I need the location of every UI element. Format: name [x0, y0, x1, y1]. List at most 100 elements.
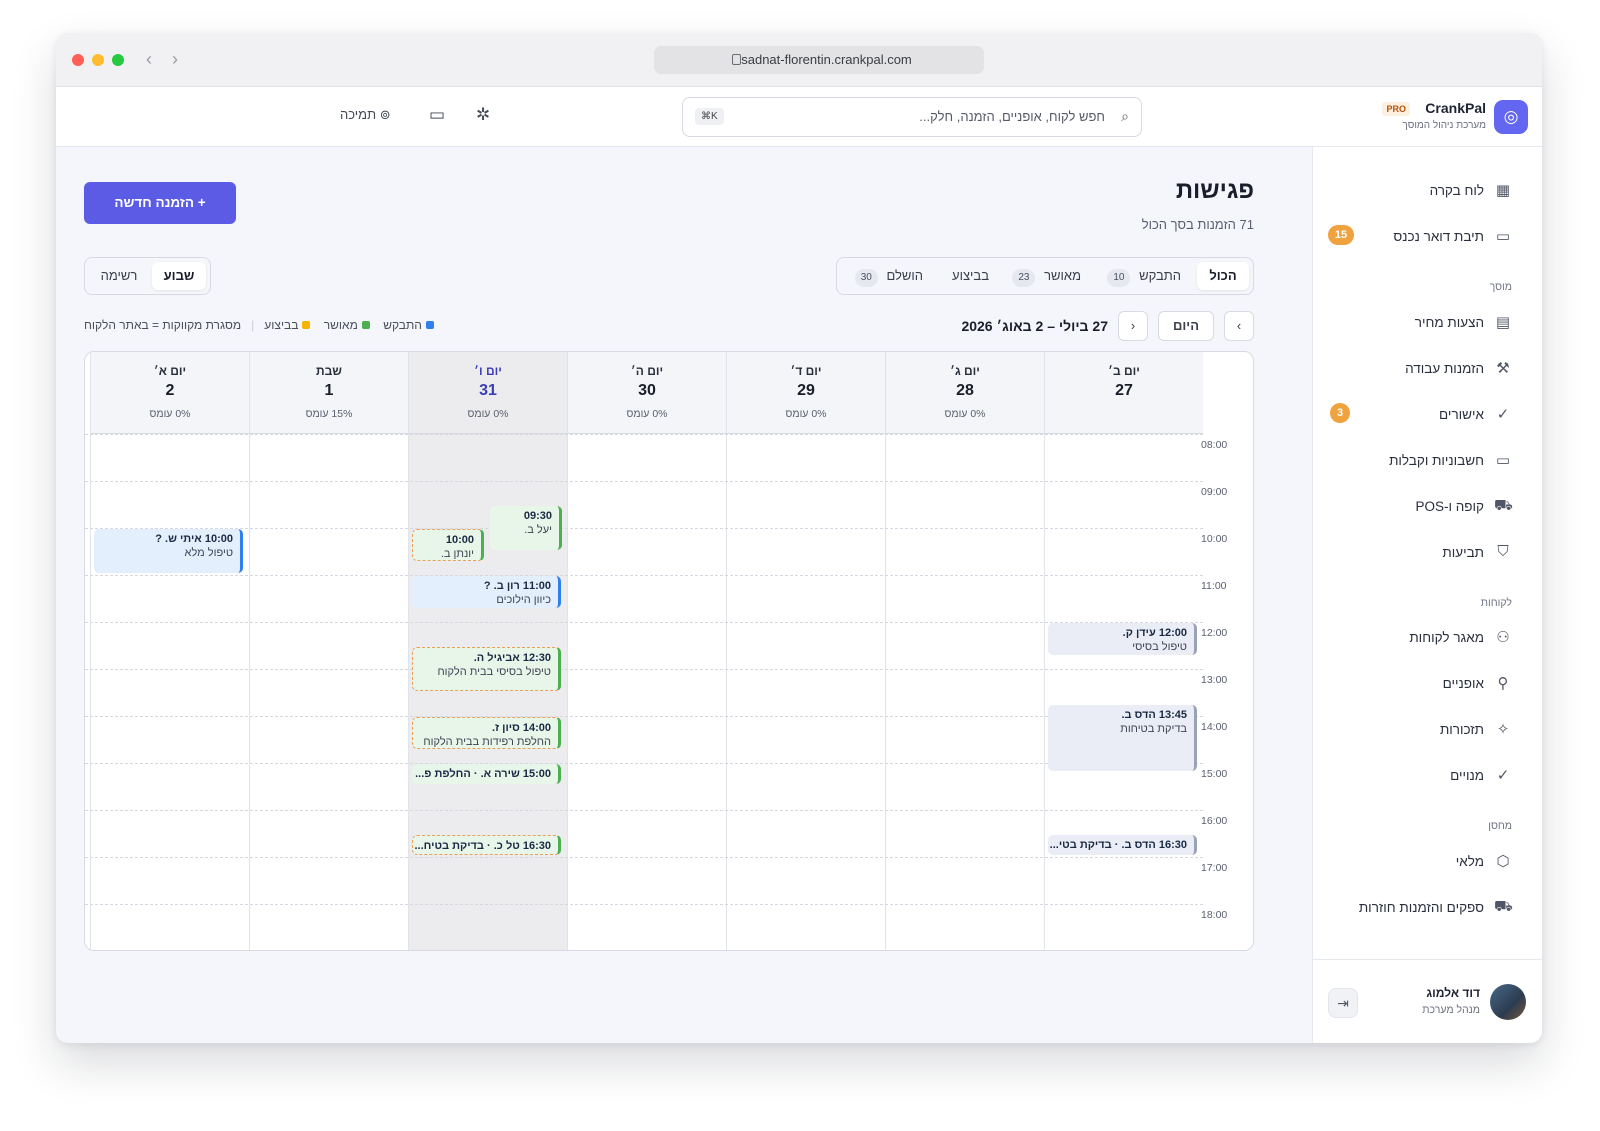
filter-approved[interactable]: מאושר 23: [1012, 262, 1081, 290]
brand-subtitle: מערכת ניהול המוסך: [1402, 120, 1486, 131]
sidebar-item-label: מנויים: [1450, 768, 1484, 783]
view-week-button[interactable]: שבוע: [152, 262, 206, 290]
sidebar-item-label: מלאי: [1455, 854, 1484, 869]
event-detail: בדיקת בטיחות: [1120, 723, 1187, 736]
today-button[interactable]: היום: [1158, 311, 1214, 341]
inbox-icon: ▭: [1495, 228, 1511, 245]
sidebar-item-inventory[interactable]: ⬡ מלאי: [1312, 844, 1542, 880]
appointment-event[interactable]: 09:30 יעל ב.: [490, 505, 562, 550]
sidebar-item-label: הצעות מחיר: [1414, 315, 1484, 330]
appointment-event[interactable]: 12:30 אביגיל ה. טיפול בסיסי בבית הלקוח: [412, 646, 561, 691]
day-header[interactable]: יום ג׳ 28 0% עומס: [885, 352, 1044, 434]
address-bar[interactable]: sadnat-florentin.crankpal.com: [654, 46, 984, 74]
day-header[interactable]: יום ד׳ 29 0% עומס: [726, 352, 885, 434]
day-column[interactable]: [726, 434, 885, 950]
day-load: 0% עומס: [149, 408, 191, 420]
section-label-warehouse: מחסן: [1488, 820, 1512, 832]
filter-count: 30: [854, 269, 878, 287]
users-icon: ⚇: [1496, 629, 1510, 646]
forward-icon[interactable]: ›: [172, 49, 178, 70]
next-week-button[interactable]: ›: [1118, 311, 1148, 341]
appointment-event[interactable]: 12:00 עידן ק. טיפול בסיסי: [1048, 623, 1197, 655]
new-booking-button[interactable]: + הזמנה חדשה: [84, 182, 236, 224]
day-column[interactable]: [249, 434, 408, 950]
day-header[interactable]: שבת 1 15% עומס: [249, 352, 408, 434]
support-button[interactable]: ⊚ תמיכה: [340, 107, 391, 123]
appointment-event[interactable]: 14:00 סיון ז. החלפת רפידות בבית הלקוח: [412, 717, 561, 749]
day-header[interactable]: יום ה׳ 30 0% עומס: [567, 352, 726, 434]
sidebar-item-quotes[interactable]: ▤ הצעות מחיר: [1312, 305, 1542, 341]
event-title: 12:00 עידן ק.: [1122, 627, 1187, 639]
day-column[interactable]: [885, 434, 1044, 950]
hour-gridline: [85, 481, 1203, 482]
inbox-count-badge: 15: [1328, 225, 1354, 245]
sidebar-item-subscriptions[interactable]: ✓ מנויים: [1312, 758, 1542, 794]
browser-titlebar: ‹ › sadnat-florentin.crankpal.com: [56, 33, 1542, 87]
appointment-event[interactable]: 16:30 טל כ. · בדיקת בטיח...: [412, 834, 561, 855]
sidebar-item-dashboard[interactable]: ▦ לוח בקרה: [1312, 173, 1542, 209]
sidebar-item-approvals[interactable]: ✓ אישורים 3: [1312, 397, 1542, 433]
appointment-event[interactable]: 16:30 הדס ב. · בדיקת בטי...: [1048, 834, 1197, 855]
sidebar-item-label: תיבת דואר נכנס: [1393, 229, 1484, 244]
appointment-event[interactable]: 10:00 יונתן ב.: [412, 529, 484, 561]
logout-icon[interactable]: ⇥: [1328, 988, 1358, 1018]
sidebar-item-invoices[interactable]: ▭ חשבוניות וקבלות: [1312, 443, 1542, 479]
hour-gridline: [85, 622, 1203, 623]
filter-all[interactable]: הכול: [1197, 262, 1249, 290]
sidebar-item-work-orders[interactable]: ⚒ הזמנות עבודה: [1312, 351, 1542, 387]
document-icon: ▤: [1495, 314, 1511, 331]
sidebar-item-bikes[interactable]: ⚲ אופניים: [1312, 666, 1542, 702]
sidebar-item-label: חשבוניות וקבלות: [1389, 453, 1484, 468]
view-list-button[interactable]: רשימה: [90, 262, 148, 290]
event-title: 16:30 טל כ. · בדיקת בטיח...: [414, 839, 551, 852]
filter-requested[interactable]: התבקש 10: [1107, 262, 1181, 290]
sidebar-item-inbox[interactable]: ▭ תיבת דואר נכנס 15: [1312, 219, 1542, 255]
prev-week-button[interactable]: ‹: [1224, 311, 1254, 341]
filter-count: 10: [1107, 269, 1131, 287]
event-title: 16:30 הדס ב. · בדיקת בטי...: [1049, 838, 1187, 851]
check-circle-icon: ✓: [1496, 406, 1510, 423]
sidebar-item-label: תביעות: [1442, 545, 1484, 560]
day-name: שבת: [316, 364, 342, 378]
close-window-button[interactable]: [72, 54, 84, 66]
appointment-event[interactable]: 10:00 איתי ש. ? טיפול מלא: [94, 529, 243, 573]
filter-completed[interactable]: הושלם 30: [854, 262, 923, 290]
hour-label: 18:00: [1201, 909, 1228, 921]
sidebar-item-label: קופה ו-POS: [1415, 499, 1484, 514]
browser-window: ‹ › sadnat-florentin.crankpal.com ◎ Cran…: [56, 33, 1542, 1043]
day-name: יום ד׳: [790, 364, 822, 378]
sidebar-item-suppliers[interactable]: ⛟ ספקים והזמנות חוזרות: [1312, 890, 1542, 926]
section-label-garage: מוסך: [1489, 281, 1512, 293]
day-header[interactable]: יום א׳ 2 0% עומס: [90, 352, 249, 434]
appointment-event[interactable]: 15:00 שירה א. · החלפת פ...: [412, 764, 561, 784]
check-badge-icon: ✓: [1496, 767, 1510, 784]
day-column[interactable]: [1044, 434, 1203, 950]
minimize-window-button[interactable]: [92, 54, 104, 66]
sidebar-item-customers[interactable]: ⚇ מאגר לקוחות: [1312, 620, 1542, 656]
lifebuoy-icon: ⊚: [376, 107, 391, 122]
search-input[interactable]: ⌕ חפש לקוח, אופניים, הזמנה, חלק... ⌘K: [682, 97, 1142, 137]
filter-in-progress[interactable]: בביצוע: [952, 262, 989, 290]
book-icon[interactable]: ▭: [429, 105, 445, 125]
bug-icon[interactable]: ✲: [476, 105, 490, 125]
day-column[interactable]: [90, 434, 249, 950]
legend-label: בביצוע: [264, 318, 299, 332]
event-title: 13:45 הדס ב.: [1121, 709, 1187, 722]
day-date: 30: [638, 382, 656, 399]
legend-in-progress: בביצוע: [264, 318, 311, 332]
day-header[interactable]: יום ב׳ 27: [1044, 352, 1203, 434]
appointment-event[interactable]: 13:45 הדס ב. בדיקת בטיחות: [1048, 705, 1197, 772]
hour-label: 13:00: [1201, 674, 1228, 686]
avatar[interactable]: [1490, 984, 1526, 1020]
back-icon[interactable]: ‹: [146, 49, 152, 70]
zoom-window-button[interactable]: [112, 54, 124, 66]
day-column[interactable]: [567, 434, 726, 950]
sidebar-item-reminders[interactable]: ✧ תזכורות: [1312, 712, 1542, 748]
filter-label: מאושר: [1044, 268, 1081, 283]
appointment-event[interactable]: 11:00 רון ב. ? כיוון הילוכים: [412, 576, 561, 608]
sidebar-item-pos[interactable]: ⛟ קופה ו-POS: [1312, 489, 1542, 525]
crankpal-logo-icon[interactable]: ◎: [1494, 100, 1528, 134]
sidebar-item-claims[interactable]: ⛉ תביעות: [1312, 535, 1542, 571]
day-header[interactable]: יום ו׳ 31 0% עומס: [408, 352, 567, 434]
filter-count: 23: [1012, 269, 1036, 287]
